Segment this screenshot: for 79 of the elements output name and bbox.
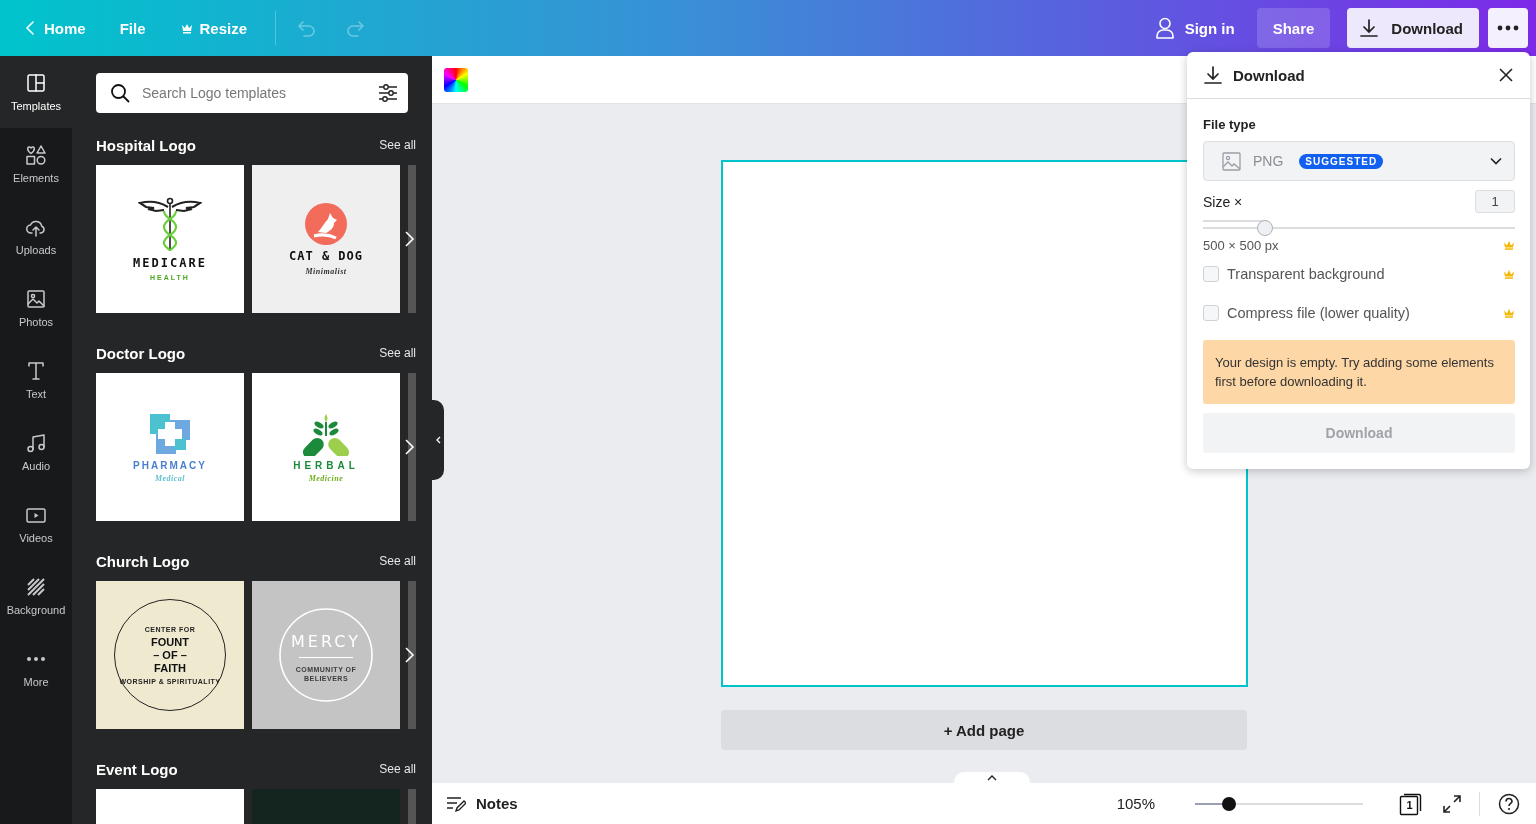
- logo-title: FOUNT: [151, 635, 189, 649]
- template-thumbnail[interactable]: HERBAL Medicine: [252, 373, 400, 521]
- download-icon: [1203, 65, 1223, 85]
- close-icon: [1498, 67, 1514, 83]
- option-label: Compress file (lower quality): [1227, 304, 1411, 321]
- filter-icon: [378, 83, 398, 103]
- checkbox[interactable]: [1203, 265, 1219, 282]
- logo-title: PHARMACY: [133, 459, 207, 471]
- size-input[interactable]: 1: [1475, 190, 1515, 213]
- sidebar-item[interactable]: Templates: [0, 56, 72, 128]
- expand-icon: [1441, 792, 1463, 815]
- section-title: Event Logo: [96, 760, 178, 778]
- section-title: Doctor Logo: [96, 344, 186, 362]
- template-thumbnail[interactable]: CAT & DOG Minimalist: [252, 165, 400, 313]
- logo-title: HERBAL: [293, 459, 359, 471]
- download-icon: [1359, 18, 1380, 38]
- more-icon: [25, 657, 47, 661]
- dimensions-text: 500 × 500 px: [1203, 237, 1279, 253]
- file-type-value: PNG: [1253, 153, 1284, 169]
- collapse-panel-handle[interactable]: [432, 400, 444, 480]
- notes-button[interactable]: Notes: [446, 794, 518, 813]
- template-thumbnail[interactable]: PHARMACY Medical: [96, 373, 244, 521]
- scroll-right-button[interactable]: [402, 229, 416, 249]
- music-note-icon: [25, 432, 47, 454]
- option-label: Transparent background: [1227, 265, 1386, 282]
- search-icon: [110, 83, 130, 103]
- share-button[interactable]: Share: [1256, 8, 1331, 48]
- image-icon: [1222, 151, 1241, 171]
- template-thumbnail[interactable]: [408, 581, 416, 729]
- download-button[interactable]: Download: [1347, 8, 1479, 48]
- logo-subtitle: Minimalist: [305, 266, 347, 276]
- scroll-right-button[interactable]: [402, 437, 416, 457]
- show-pages-tab[interactable]: [954, 772, 1030, 783]
- caret-up-icon: [987, 775, 997, 781]
- logo-title: – OF –: [153, 648, 187, 662]
- medical-cross-icon: [148, 411, 192, 456]
- caret-down-icon: [1490, 157, 1502, 165]
- template-thumbnail[interactable]: [408, 165, 416, 313]
- size-label: Size ×: [1203, 193, 1243, 210]
- help-button[interactable]: [1498, 792, 1520, 815]
- panel-title: Download: [1233, 66, 1306, 84]
- logo-title: MEDICARE: [133, 257, 207, 271]
- see-all-link[interactable]: See all: [379, 138, 416, 152]
- person-icon: [1154, 17, 1175, 39]
- field-label: File type: [1203, 117, 1257, 132]
- layout-icon: [25, 72, 47, 94]
- see-all-link[interactable]: See all: [379, 554, 416, 568]
- checkbox[interactable]: [1203, 304, 1219, 321]
- add-page-button[interactable]: + Add page: [721, 710, 1247, 750]
- logo-title: CAT & DOG: [289, 250, 363, 264]
- more-button[interactable]: [1488, 8, 1528, 48]
- sign-in-button[interactable]: Sign in: [1144, 9, 1245, 47]
- see-all-link[interactable]: See all: [379, 762, 416, 776]
- file-type-dropdown[interactable]: PNG SUGGESTED: [1203, 141, 1515, 181]
- help-icon: [1498, 792, 1520, 815]
- logo-title: FAITH: [154, 661, 186, 675]
- logo-subtitle: Medicine: [308, 473, 344, 483]
- circle-ring-icon: [278, 607, 374, 703]
- image-icon: [25, 288, 47, 310]
- caduceus-icon: [138, 197, 202, 254]
- more-icon: [1497, 25, 1519, 31]
- suggested-badge: SUGGESTED: [1299, 153, 1384, 169]
- close-button[interactable]: [1498, 67, 1514, 83]
- shapes-icon: [25, 144, 47, 166]
- search-field[interactable]: Search Logo templates: [96, 73, 408, 113]
- zoom-percentage: 105%: [1116, 795, 1155, 812]
- section-title: Church Logo: [96, 552, 190, 570]
- logo-title: MERCY: [291, 631, 361, 651]
- section-title: Hospital Logo: [96, 136, 196, 154]
- scroll-right-button[interactable]: [402, 645, 416, 665]
- letter-t-icon: [25, 360, 47, 382]
- see-all-link[interactable]: See all: [379, 346, 416, 360]
- fullscreen-button[interactable]: [1441, 792, 1463, 815]
- template-thumbnail[interactable]: [408, 373, 416, 521]
- color-picker-button[interactable]: [444, 67, 468, 92]
- warning-message: Your design is empty. Try adding some elements first before downloading it.: [1203, 340, 1515, 404]
- hatch-pattern-icon: [25, 576, 47, 598]
- notes-icon: [446, 794, 466, 813]
- logo-subtitle: Medical: [154, 473, 186, 483]
